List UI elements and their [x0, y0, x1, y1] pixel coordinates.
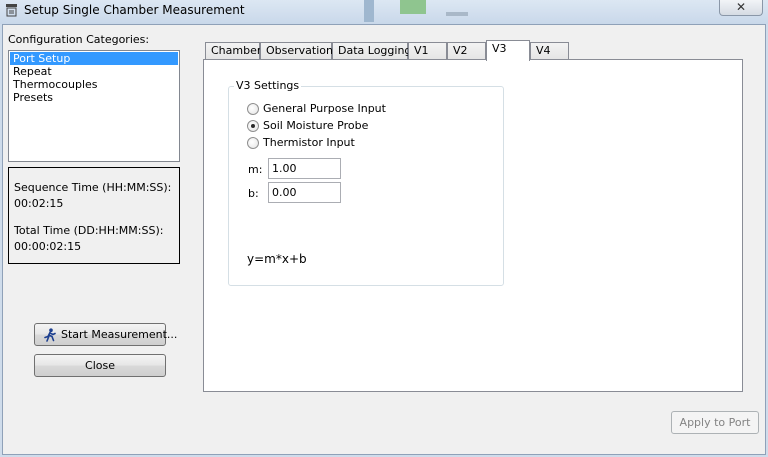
tab-chamber[interactable]: Chamber — [205, 42, 261, 60]
runner-icon — [44, 328, 56, 342]
radio-label: Thermistor Input — [263, 136, 355, 149]
radio-label: General Purpose Input — [263, 102, 386, 115]
radio-label: Soil Moisture Probe — [263, 119, 369, 132]
sequence-time-value: 00:02:15 — [14, 197, 64, 210]
total-time-label: Total Time (DD:HH:MM:SS): — [14, 224, 164, 237]
categories-label: Configuration Categories: — [8, 33, 150, 46]
b-input[interactable] — [268, 182, 341, 203]
radio-soil-moisture-probe[interactable]: Soil Moisture Probe — [247, 119, 387, 133]
setup-dialog: Setup Single Chamber Measurement ✕ Confi… — [0, 0, 768, 457]
radio-circle-selected — [247, 120, 259, 132]
category-item-presets[interactable]: Presets — [10, 91, 178, 104]
v3-settings-title: V3 Settings — [234, 79, 302, 92]
window-title: Setup Single Chamber Measurement — [24, 3, 245, 17]
formula-text: y=m*x+b — [247, 252, 307, 266]
close-icon: ✕ — [735, 0, 747, 14]
radio-circle — [247, 103, 259, 115]
apply-to-port-button[interactable]: Apply to Port — [671, 411, 759, 434]
start-measurement-label: Start Measurement... — [61, 328, 178, 341]
category-item-thermocouples[interactable]: Thermocouples — [10, 78, 178, 91]
close-button[interactable]: Close — [34, 354, 166, 377]
radio-general-purpose-input[interactable]: General Purpose Input — [247, 102, 387, 116]
category-item-repeat[interactable]: Repeat — [10, 65, 178, 78]
categories-list[interactable]: Port Setup Repeat Thermocouples Presets — [8, 50, 180, 162]
tab-data-logging[interactable]: Data Logging — [332, 42, 411, 60]
tab-v2[interactable]: V2 — [447, 42, 486, 60]
window-app-icon — [6, 4, 17, 17]
m-input[interactable] — [268, 158, 341, 179]
category-item-port-setup[interactable]: Port Setup — [10, 52, 178, 65]
tab-v4[interactable]: V4 — [530, 42, 569, 60]
timing-panel: Sequence Time (HH:MM:SS): 00:02:15 Total… — [8, 167, 180, 264]
window-close-button[interactable]: ✕ — [719, 0, 763, 16]
radio-circle — [247, 137, 259, 149]
title-bar[interactable]: Setup Single Chamber Measurement ✕ — [0, 0, 768, 22]
start-measurement-button[interactable]: Start Measurement... — [34, 323, 177, 346]
tab-observation[interactable]: Observation — [260, 42, 333, 60]
m-label: m: — [248, 163, 263, 176]
sequence-time-label: Sequence Time (HH:MM:SS): — [14, 181, 172, 194]
tab-v3[interactable]: V3 — [486, 40, 530, 61]
radio-thermistor-input[interactable]: Thermistor Input — [247, 136, 387, 150]
total-time-value: 00:00:02:15 — [14, 240, 82, 253]
b-label: b: — [248, 187, 259, 200]
tab-v1[interactable]: V1 — [408, 42, 447, 60]
